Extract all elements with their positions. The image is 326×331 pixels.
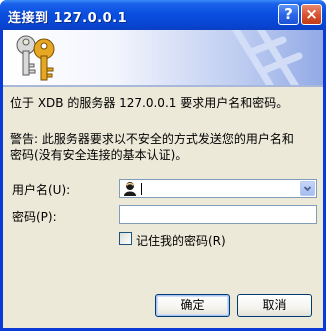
remember-password-checkbox[interactable] (119, 232, 132, 245)
banner (3, 30, 323, 85)
text-cursor (141, 183, 142, 195)
password-input[interactable] (119, 205, 317, 224)
username-combobox[interactable] (119, 179, 317, 198)
help-button[interactable]: ? (278, 4, 299, 25)
keys-icon (16, 35, 55, 81)
warning-line-2: 密码(没有安全连接的基本认证)。 (10, 148, 188, 162)
server-message: 位于 XDB 的服务器 127.0.0.1 要求用户名和密码。 (10, 96, 289, 110)
remember-password-label[interactable]: 记住我的密码(R) (136, 232, 226, 249)
banner-watermark-icon (231, 30, 303, 85)
warning-line-1: 警告: 此服务器要求以不安全的方式发送您的用户名和 (10, 132, 294, 146)
ok-button[interactable]: 确定 (155, 294, 230, 317)
title-bar[interactable]: 连接到 127.0.0.1 ? × (0, 0, 326, 30)
dialog-body: 位于 XDB 的服务器 127.0.0.1 要求用户名和密码。 警告: 此服务器… (3, 30, 323, 328)
username-dropdown-button[interactable] (300, 181, 315, 196)
user-icon (124, 182, 136, 196)
banner-divider (3, 85, 323, 87)
username-label: 用户名(U): (12, 183, 71, 197)
login-dialog: 连接到 127.0.0.1 ? × 位于 XDB 的服务器 127.0.0.1 … (0, 0, 326, 331)
dialog-title: 连接到 127.0.0.1 (8, 11, 128, 26)
cancel-button[interactable]: 取消 (237, 294, 312, 317)
chevron-down-icon (303, 186, 312, 192)
password-label: 密码(P): (12, 210, 57, 224)
close-button[interactable]: × (301, 4, 322, 25)
